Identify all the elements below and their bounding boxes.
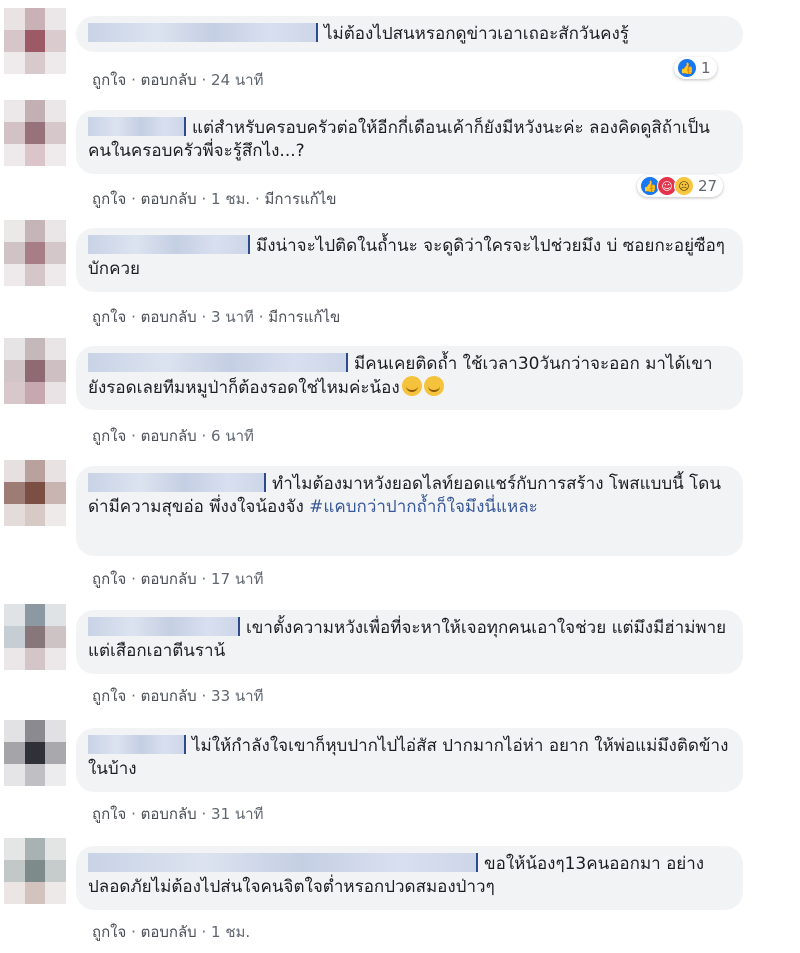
separator: ·: [131, 805, 136, 823]
separator: ·: [131, 427, 136, 445]
avatar[interactable]: [4, 220, 66, 286]
separator: ·: [131, 923, 136, 941]
separator: ·: [201, 923, 207, 941]
reply-link[interactable]: ตอบกลับ: [141, 308, 197, 326]
like-link[interactable]: ถูกใจ: [92, 805, 126, 823]
separator: ·: [201, 687, 207, 705]
sad-reaction-icon: ☹: [674, 176, 694, 196]
reply-link[interactable]: ตอบกลับ: [141, 805, 197, 823]
reply-link[interactable]: ตอบกลับ: [141, 923, 197, 941]
like-link[interactable]: ถูกใจ: [92, 190, 126, 208]
comment-meta: ถูกใจ · ตอบกลับ · 1 ชม. · มีการแก้ไข: [92, 187, 337, 211]
comment-bubble: มึงน่าจะไปติดในถ้ำนะ จะดูดิว่าใครจะไปช่ว…: [76, 228, 743, 292]
avatar[interactable]: [4, 100, 66, 166]
like-link[interactable]: ถูกใจ: [92, 71, 126, 89]
separator: ·: [131, 308, 136, 326]
comment-meta: ถูกใจ · ตอบกลับ · 33 นาที: [92, 684, 263, 708]
timestamp[interactable]: 24 นาที: [211, 71, 263, 89]
smile-emoji-icon: [423, 376, 444, 396]
timestamp[interactable]: 17 นาที: [211, 570, 263, 588]
comment-meta: ถูกใจ · ตอบกลับ · 6 นาที: [92, 424, 254, 448]
comment-bubble: มีคนเคยติดถ้ำ ใช้เวลา30วันกว่าจะออก มาได…: [76, 346, 743, 410]
timestamp[interactable]: 33 นาที: [211, 687, 263, 705]
reply-link[interactable]: ตอบกลับ: [141, 427, 197, 445]
comment-meta: ถูกใจ · ตอบกลับ · 31 นาที: [92, 802, 263, 826]
comment-meta: ถูกใจ · ตอบกลับ · 3 นาที · มีการแก้ไข: [92, 305, 340, 329]
comment-meta: ถูกใจ · ตอบกลับ · 24 นาที: [92, 68, 263, 92]
reaction-count: 1: [701, 59, 711, 77]
reaction-summary[interactable]: 👍 1: [674, 57, 717, 79]
timestamp[interactable]: 6 นาที: [211, 427, 254, 445]
comment-bubble: ไม่ต้องไปสนหรอกดูข่าวเอาเถอะสักวันคงรู้: [76, 16, 743, 52]
commenter-name[interactable]: [88, 473, 266, 492]
commenter-name[interactable]: [88, 23, 318, 42]
separator: ·: [254, 190, 260, 208]
like-link[interactable]: ถูกใจ: [92, 687, 126, 705]
commenter-name[interactable]: [88, 117, 186, 136]
timestamp[interactable]: 1 ชม.: [211, 923, 250, 941]
edited-label[interactable]: มีการแก้ไข: [268, 308, 340, 326]
smile-emoji-icon: [401, 376, 422, 396]
avatar[interactable]: [4, 604, 66, 670]
hashtag-link[interactable]: #แคบกว่าปากถ้ำก็ใจมึงนี่แหละ: [309, 497, 538, 517]
separator: ·: [131, 570, 136, 588]
like-reaction-icon: 👍: [677, 58, 697, 78]
avatar[interactable]: [4, 338, 66, 404]
comment-bubble: ขอให้น้องๆ13คนออกมา อย่างปลอดภัยไม่ต้องไ…: [76, 846, 743, 910]
like-link[interactable]: ถูกใจ: [92, 427, 126, 445]
edited-label[interactable]: มีการแก้ไข: [265, 190, 337, 208]
comment-bubble: แต่สำหรับครอบครัวต่อให้อีกกี่เดือนเค้าก็…: [76, 110, 743, 174]
comment-bubble: ไม่ให้กำลังใจเขาก็หุบปากไปไอ่สัส ปากมากไ…: [76, 728, 743, 792]
comment-meta: ถูกใจ · ตอบกลับ · 1 ชม.: [92, 920, 250, 944]
separator: ·: [201, 190, 207, 208]
reply-link[interactable]: ตอบกลับ: [141, 570, 197, 588]
separator: ·: [131, 190, 136, 208]
timestamp[interactable]: 31 นาที: [211, 805, 263, 823]
commenter-name[interactable]: [88, 353, 348, 372]
separator: ·: [201, 570, 207, 588]
comment-bubble: เขาตั้งความหวังเพื่อที่จะหาให้เจอทุกคนเอ…: [76, 610, 743, 674]
reaction-summary[interactable]: 👍 ☺ ☹ 27: [637, 175, 724, 197]
separator: ·: [201, 805, 207, 823]
comment-bubble: ทำไมต้องมาหวังยอดไลท์ยอดแชร์กับการสร้าง …: [76, 466, 743, 556]
commenter-name[interactable]: [88, 235, 250, 254]
avatar[interactable]: [4, 8, 66, 74]
separator: ·: [201, 427, 207, 445]
avatar[interactable]: [4, 720, 66, 786]
avatar[interactable]: [4, 460, 66, 526]
reaction-count: 27: [698, 177, 718, 195]
commenter-name[interactable]: [88, 735, 186, 754]
separator: ·: [131, 71, 136, 89]
like-link[interactable]: ถูกใจ: [92, 308, 126, 326]
timestamp[interactable]: 1 ชม.: [211, 190, 250, 208]
separator: ·: [131, 687, 136, 705]
reply-link[interactable]: ตอบกลับ: [141, 190, 197, 208]
timestamp[interactable]: 3 นาที: [211, 308, 254, 326]
commenter-name[interactable]: [88, 853, 478, 872]
comment-meta: ถูกใจ · ตอบกลับ · 17 นาที: [92, 567, 263, 591]
commenter-name[interactable]: [88, 617, 240, 636]
separator: ·: [258, 308, 264, 326]
separator: ·: [201, 308, 207, 326]
reply-link[interactable]: ตอบกลับ: [141, 687, 197, 705]
avatar[interactable]: [4, 838, 66, 904]
like-link[interactable]: ถูกใจ: [92, 923, 126, 941]
separator: ·: [201, 71, 207, 89]
comment-text: ไม่ต้องไปสนหรอกดูข่าวเอาเถอะสักวันคงรู้: [324, 24, 629, 44]
reply-link[interactable]: ตอบกลับ: [141, 71, 197, 89]
like-link[interactable]: ถูกใจ: [92, 570, 126, 588]
